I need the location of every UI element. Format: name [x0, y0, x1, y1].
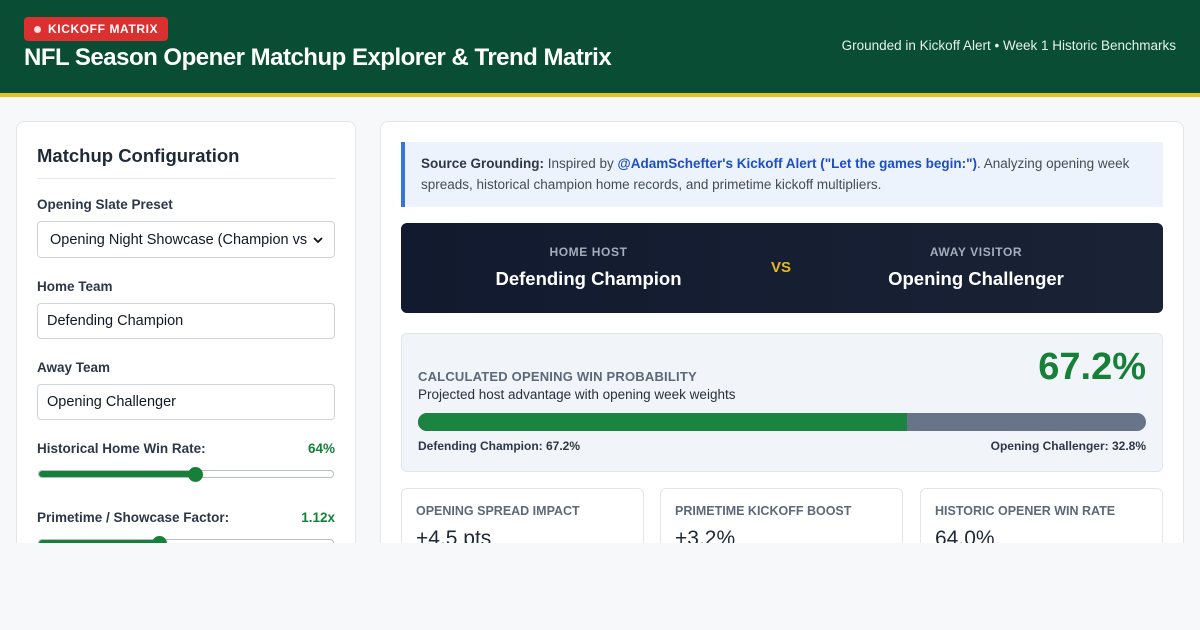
home-win-rate-fill — [39, 471, 195, 477]
matchup-banner: HOME HOST Defending Champion VS AWAY VIS… — [401, 223, 1163, 313]
badge-label: KICKOFF MATRIX — [48, 22, 159, 36]
kickoff-matrix-badge: KICKOFF MATRIX — [24, 17, 169, 41]
chevron-down-icon — [313, 236, 323, 243]
metric-label: PRIMETIME KICKOFF BOOST — [675, 504, 852, 518]
win-probability-home-fill — [418, 413, 908, 431]
primetime-factor-label: Primetime / Showcase Factor: — [37, 510, 230, 525]
away-team-value: Opening Challenger — [47, 394, 176, 410]
home-win-rate-slider[interactable] — [38, 470, 334, 478]
away-team-label: Away Team — [37, 360, 111, 375]
win-probability-label: CALCULATED OPENING WIN PROBABILITY — [418, 369, 697, 384]
away-visitor-name: Opening Challenger — [888, 268, 1064, 289]
divider — [37, 178, 335, 179]
home-host-name: Defending Champion — [495, 268, 682, 289]
source-grounding-callout: Source Grounding: Inspired by @AdamSchef… — [401, 142, 1163, 207]
configuration-title: Matchup Configuration — [37, 145, 240, 166]
win-probability-value: 67.2% — [1038, 346, 1146, 388]
home-team-input[interactable]: Defending Champion — [37, 303, 335, 339]
matchup-results-panel: Source Grounding: Inspired by @AdamSchef… — [380, 121, 1184, 561]
versus-label: VS — [771, 259, 792, 276]
win-probability-bar — [418, 413, 1146, 431]
app-header: KICKOFF MATRIX NFL Season Opener Matchup… — [0, 0, 1200, 93]
page-title: NFL Season Opener Matchup Explorer & Tre… — [24, 44, 612, 71]
source-text-before: Inspired by — [544, 156, 618, 171]
live-dot-icon — [34, 25, 41, 33]
header-accent-bar — [0, 93, 1200, 97]
home-win-rate-value: 64% — [307, 441, 335, 456]
home-host-label: HOME HOST — [549, 245, 628, 259]
away-team-input[interactable]: Opening Challenger — [37, 384, 335, 420]
home-probability-text: Defending Champion: 67.2% — [418, 439, 581, 453]
preset-selected-value: Opening Night Showcase (Champion vs — [50, 231, 307, 248]
metric-label: OPENING SPREAD IMPACT — [416, 504, 580, 518]
source-lead: Source Grounding: — [421, 156, 544, 171]
preset-label: Opening Slate Preset — [37, 197, 173, 212]
source-handle-link[interactable]: @AdamSchefter's Kickoff Alert ("Let the … — [618, 156, 977, 171]
home-win-rate-thumb[interactable] — [187, 467, 203, 482]
metric-label: HISTORIC OPENER WIN RATE — [935, 504, 1116, 518]
header-subtitle: Grounded in Kickoff Alert • Week 1 Histo… — [841, 38, 1176, 53]
home-win-rate-label: Historical Home Win Rate: — [37, 441, 206, 456]
viewport-cutoff — [0, 543, 1200, 630]
away-probability-text: Opening Challenger: 32.8% — [990, 439, 1146, 453]
home-team-label: Home Team — [37, 279, 113, 294]
primetime-factor-value: 1.12x — [301, 510, 335, 525]
away-visitor-label: AWAY VISITOR — [929, 245, 1023, 259]
win-probability-subtitle: Projected host advantage with opening we… — [418, 387, 736, 402]
home-team-value: Defending Champion — [47, 313, 184, 329]
matchup-configuration-panel: Matchup Configuration Opening Slate Pres… — [16, 121, 356, 561]
preset-select[interactable]: Opening Night Showcase (Champion vs — [37, 221, 335, 258]
win-probability-card: CALCULATED OPENING WIN PROBABILITY Proje… — [401, 333, 1163, 472]
